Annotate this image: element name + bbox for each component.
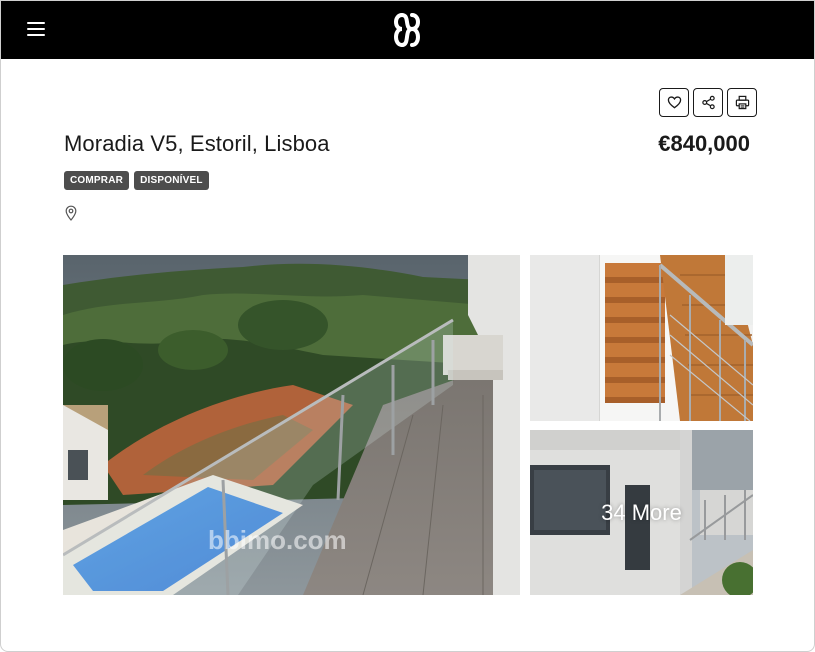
- gallery-side-photo-1[interactable]: [530, 255, 753, 421]
- badge-comprar[interactable]: COMPRAR: [64, 171, 130, 190]
- favorite-button[interactable]: [659, 88, 689, 117]
- staircase-photo: [530, 255, 753, 421]
- page-frame: Moradia V5, Estoril, Lisboa €840,000 COM…: [0, 0, 815, 652]
- printer-icon: [735, 95, 749, 110]
- listing-actions: [659, 88, 757, 117]
- brand-logo-icon[interactable]: [390, 12, 424, 48]
- listing-badges: COMPRAR DISPONÍVEL: [64, 171, 209, 190]
- badge-disponivel[interactable]: DISPONÍVEL: [134, 171, 209, 190]
- more-photos-overlay[interactable]: 34 More: [530, 430, 753, 595]
- gallery-main-photo[interactable]: bbimo.com: [63, 255, 520, 595]
- share-icon: [701, 95, 715, 110]
- share-button[interactable]: [693, 88, 723, 117]
- print-button[interactable]: [727, 88, 757, 117]
- gallery-side-photo-2[interactable]: 34 More: [530, 430, 753, 595]
- watermark: bbimo.com: [208, 525, 347, 555]
- heart-icon: [667, 96, 681, 109]
- listing-price: €840,000: [658, 131, 750, 156]
- more-photos-label: 34 More: [601, 499, 682, 525]
- hamburger-menu-icon[interactable]: [27, 22, 45, 36]
- map-pin-icon[interactable]: [65, 205, 77, 221]
- listing-title: Moradia V5, Estoril, Lisboa: [64, 131, 330, 156]
- top-navigation-bar: [1, 1, 814, 59]
